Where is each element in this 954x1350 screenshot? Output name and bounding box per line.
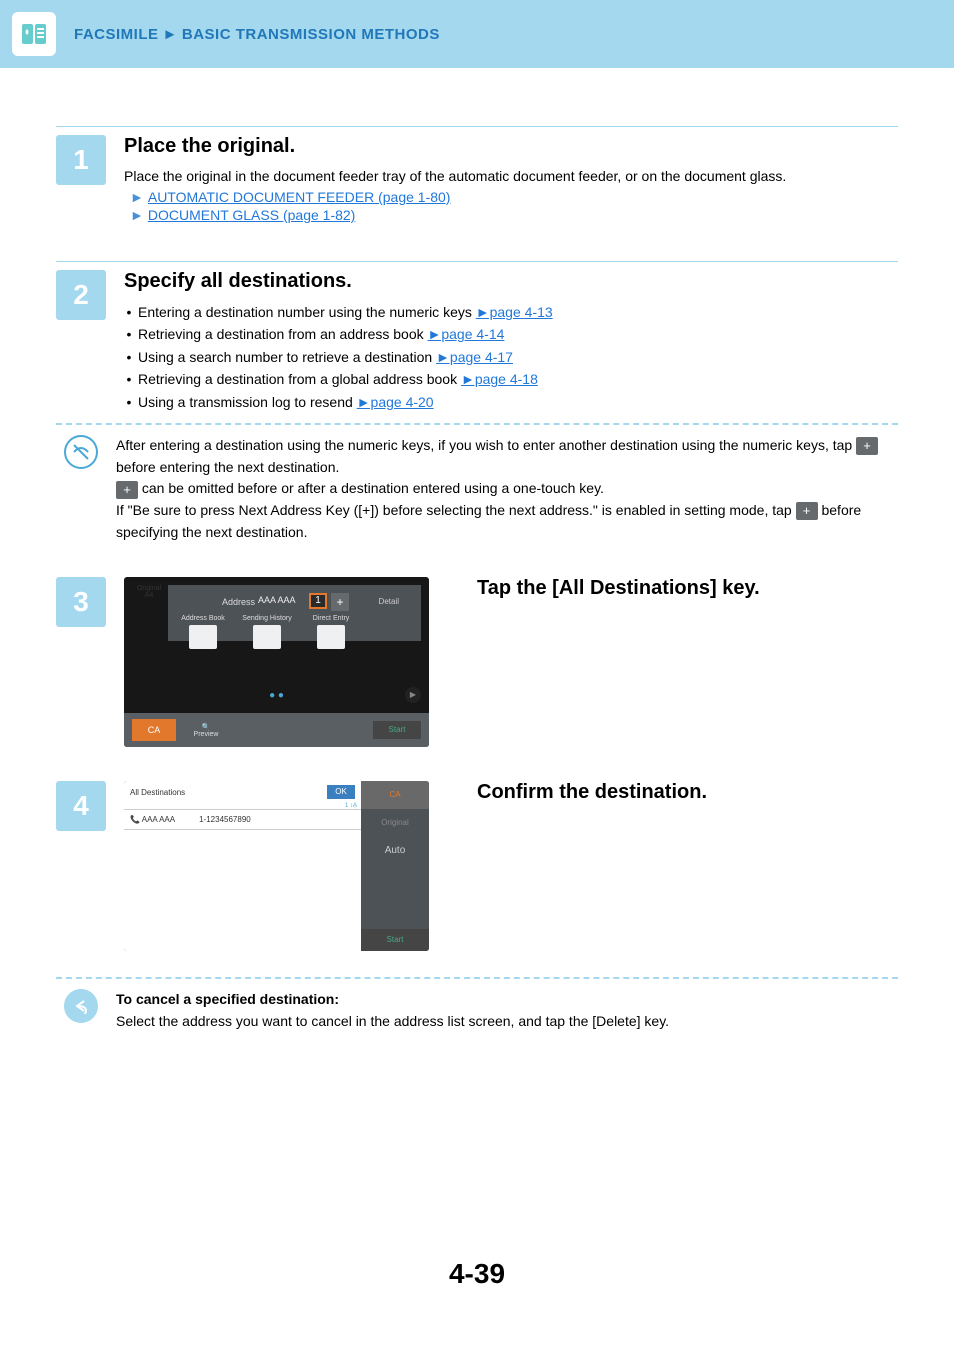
auto-button: Auto <box>361 837 429 865</box>
start-button[interactable]: Start <box>361 929 429 951</box>
dashed-divider <box>56 977 898 979</box>
page-number: 4-39 <box>0 1258 954 1290</box>
step-2-item-text: Retrieving a destination from a global a… <box>138 371 461 387</box>
destination-row[interactable]: 📞 AAA AAA 1-1234567890 <box>124 809 361 829</box>
divider <box>56 126 898 127</box>
step-3-screenshot: OriginalA4 Address AAA AAA 1 + Detail Ad… <box>124 577 429 747</box>
address-value: AAA AAA <box>258 595 296 605</box>
note-text: can be omitted before or after a destina… <box>142 480 604 496</box>
note-block: After entering a destination using the n… <box>56 435 898 543</box>
preview-button[interactable]: 🔍Preview <box>184 723 228 738</box>
back-icon <box>64 989 98 1023</box>
step-2-item-text: Using a search number to retrieve a dest… <box>138 349 436 365</box>
link-page-4-17[interactable]: ►page 4-17 <box>436 349 513 365</box>
breadcrumb-separator: ► <box>159 26 182 43</box>
note-text: After entering a destination using the n… <box>116 437 856 453</box>
step-4-screenshot: All Destinations OK 1 ↕A͎ 📞 AAA AAA 1-12… <box>124 781 429 951</box>
step-1-title: Place the original. <box>124 135 898 158</box>
ca-button[interactable]: CA <box>361 781 429 809</box>
plus-key-icon: + <box>856 437 878 455</box>
link-page-4-18[interactable]: ►page 4-18 <box>461 371 538 387</box>
note-text: before entering the next destination. <box>116 459 339 475</box>
step-2-number: 2 <box>56 270 106 320</box>
link-document-glass[interactable]: DOCUMENT GLASS (page 1-82) <box>148 207 355 223</box>
step-2-item-text: Using a transmission log to resend <box>138 394 357 410</box>
step-2-item-text: Entering a destination number using the … <box>138 304 476 320</box>
step-4: 4 All Destinations OK 1 ↕A͎ 📞 AAA AAA 1-… <box>56 781 898 951</box>
plus-key-icon: + <box>796 502 818 520</box>
step-3-title: Tap the [All Destinations] key. <box>447 577 898 747</box>
section-icon <box>12 12 56 56</box>
top-bar: FACSIMILE►BASIC TRANSMISSION METHODS <box>0 0 954 68</box>
link-auto-doc-feeder[interactable]: AUTOMATIC DOCUMENT FEEDER (page 1-80) <box>148 189 451 205</box>
address-label: Address <box>222 597 255 607</box>
ca-button[interactable]: CA <box>132 719 176 741</box>
step-2-item-text: Retrieving a destination from an address… <box>138 326 428 342</box>
step-3: 3 OriginalA4 Address AAA AAA 1 + Detail … <box>56 577 898 747</box>
link-page-4-20[interactable]: ►page 4-20 <box>357 394 434 410</box>
page-dots: ● ● <box>124 690 429 701</box>
direct-entry-card[interactable]: Direct Entry <box>302 615 360 659</box>
step-4-title: Confirm the destination. <box>447 781 898 951</box>
step-2-title: Specify all destinations. <box>124 270 898 293</box>
arrow-icon: ► <box>130 189 144 205</box>
cancel-note-body: Select the address you want to cancel in… <box>116 1011 898 1033</box>
ok-button[interactable]: OK <box>327 785 355 799</box>
step-2: 2 Specify all destinations. •Entering a … <box>56 270 898 413</box>
original-dim-button: Original <box>361 809 429 837</box>
step-1-body: Place the original in the document feede… <box>124 166 898 187</box>
step-4-number: 4 <box>56 781 106 831</box>
start-button[interactable]: Start <box>373 721 421 739</box>
sending-history-card[interactable]: Sending History <box>238 615 296 659</box>
step-1: 1 Place the original. Place the original… <box>56 135 898 223</box>
step-1-number: 1 <box>56 135 106 185</box>
plus-key-icon: + <box>116 481 138 499</box>
cancel-note-title: To cancel a specified destination: <box>116 989 898 1011</box>
info-icon <box>64 435 98 469</box>
note-text: If "Be sure to press Next Address Key ([… <box>116 502 796 518</box>
divider <box>56 261 898 262</box>
breadcrumb-b: BASIC TRANSMISSION METHODS <box>182 26 440 43</box>
breadcrumb-a: FACSIMILE <box>74 26 159 43</box>
step-3-number: 3 <box>56 577 106 627</box>
original-indicator: OriginalA4 <box>132 585 166 599</box>
plus-button[interactable]: + <box>331 593 349 611</box>
link-page-4-13[interactable]: ►page 4-13 <box>476 304 553 320</box>
address-book-card[interactable]: Address Book <box>174 615 232 659</box>
arrow-icon: ► <box>130 207 144 223</box>
cancel-note: To cancel a specified destination: Selec… <box>56 989 898 1032</box>
breadcrumb: FACSIMILE►BASIC TRANSMISSION METHODS <box>74 26 440 43</box>
destination-count[interactable]: 1 <box>309 593 327 609</box>
dashed-divider <box>56 423 898 425</box>
detail-label[interactable]: Detail <box>379 597 399 606</box>
link-page-4-14[interactable]: ►page 4-14 <box>428 326 505 342</box>
all-destinations-header: All Destinations <box>130 788 185 797</box>
